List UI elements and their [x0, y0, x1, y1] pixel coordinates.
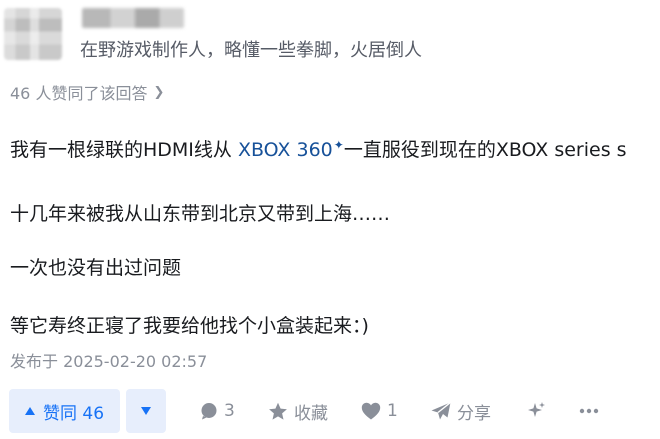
- author-name-blurred[interactable]: [82, 8, 184, 28]
- answer-paragraph-4: 等它寿终正寝了我要给他找个小盒装起来：): [10, 315, 369, 337]
- comment-button[interactable]: 3: [200, 398, 235, 424]
- approval-count-link[interactable]: 46 人赞同了该回答 ❯: [10, 80, 164, 104]
- downvote-button[interactable]: [126, 389, 166, 433]
- paper-plane-icon: [431, 402, 451, 420]
- upvote-label: 赞同 46: [42, 403, 105, 424]
- sparkle-icon: [526, 401, 546, 421]
- favorite-button[interactable]: 收藏: [268, 398, 328, 424]
- action-bar: 赞同 46 3 收藏 1 分享: [0, 386, 660, 436]
- share-label: 分享: [457, 403, 491, 424]
- paragraph-text: 我有一根绿联的HDMI线从: [10, 139, 238, 161]
- answer-paragraph-3: 一次也没有出过问题: [10, 257, 182, 279]
- triangle-down-icon: [141, 407, 151, 415]
- upvote-button[interactable]: 赞同 46: [9, 389, 120, 433]
- approval-count-text: 46 人赞同了该回答: [10, 84, 148, 103]
- more-dots-icon: [579, 408, 599, 414]
- author-bio: 在野游戏制作人，略懂一些拳脚，火居倒人: [80, 40, 422, 61]
- author-header: 在野游戏制作人，略懂一些拳脚，火居倒人: [0, 0, 660, 66]
- comment-icon: [200, 402, 218, 420]
- star-icon: [268, 402, 288, 421]
- publish-time: 发布于 2025-02-20 02:57: [10, 352, 208, 371]
- more-button[interactable]: [579, 398, 599, 424]
- xbox-360-link[interactable]: XBOX 360✦: [238, 137, 344, 161]
- triangle-up-icon: [24, 407, 35, 415]
- like-button[interactable]: 1: [361, 398, 398, 424]
- share-button[interactable]: 分享: [431, 398, 491, 424]
- answer-paragraph-2: 十几年来被我从山东带到北京又带到上海……: [10, 203, 391, 225]
- paragraph-text: 一直服役到现在的XBOX series s: [343, 139, 627, 161]
- answer-paragraph-1: 我有一根绿联的HDMI线从 XBOX 360✦一直服役到现在的XBOX seri…: [10, 135, 627, 162]
- avatar[interactable]: [4, 8, 62, 60]
- like-count: 1: [387, 401, 398, 421]
- ai-sparkle-button[interactable]: [526, 398, 546, 424]
- comment-count: 3: [224, 401, 235, 421]
- sparkle-icon: ✦: [333, 137, 344, 152]
- heart-icon: [361, 402, 381, 420]
- chevron-right-icon: ❯: [153, 84, 165, 100]
- favorite-label: 收藏: [294, 403, 328, 424]
